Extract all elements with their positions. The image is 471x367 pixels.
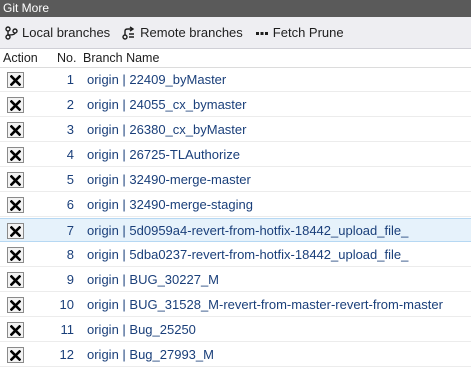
branch-icon <box>4 25 18 40</box>
row-number: 10 <box>59 297 74 312</box>
toolbar: Local branches Remote branches Fetch Pru… <box>0 17 471 49</box>
header-branch-name[interactable]: Branch Name <box>83 49 159 68</box>
row-number: 4 <box>66 147 74 162</box>
row-number: 5 <box>66 172 74 187</box>
local-branches-label: Local branches <box>22 25 111 40</box>
table-row[interactable]: 6 origin | 32490-merge-staging <box>0 193 471 217</box>
table-row[interactable]: 1 origin | 22409_byMaster <box>0 68 471 92</box>
delete-branch-button[interactable] <box>7 72 24 88</box>
row-number: 8 <box>66 247 74 262</box>
table-row[interactable]: 4 origin | 26725-TLAuthorize <box>0 143 471 167</box>
window-title: Git More <box>3 1 50 15</box>
row-number: 6 <box>66 197 74 212</box>
delete-x-icon <box>10 249 21 261</box>
delete-x-icon <box>10 324 21 336</box>
table-row[interactable]: 9 origin | BUG_30227_M <box>0 268 471 292</box>
table-row[interactable]: 2 origin | 24055_cx_bymaster <box>0 93 471 117</box>
branch-name: origin | 5dba0237-revert-from-hotfix-184… <box>87 247 409 262</box>
header-action[interactable]: Action <box>3 49 38 68</box>
branch-name: origin | Bug_25250 <box>87 322 196 337</box>
delete-branch-button[interactable] <box>7 272 24 288</box>
remote-branches-button[interactable]: Remote branches <box>122 25 243 40</box>
table-row[interactable]: 3 origin | 26380_cx_byMaster <box>0 118 471 142</box>
branch-name: origin | 5d0959a4-revert-from-hotfix-184… <box>87 223 409 238</box>
fetch-prune-button[interactable]: Fetch Prune <box>255 25 344 40</box>
header-no[interactable]: No. <box>57 49 76 68</box>
delete-x-icon <box>10 174 21 186</box>
delete-branch-button[interactable] <box>7 223 24 239</box>
table-row[interactable]: 8 origin | 5dba0237-revert-from-hotfix-18… <box>0 243 471 267</box>
table-row[interactable]: 10 origin | BUG_31528_M-revert-from-maste… <box>0 293 471 317</box>
branch-name: origin | 26725-TLAuthorize <box>87 147 240 162</box>
delete-branch-button[interactable] <box>7 197 24 213</box>
delete-branch-button[interactable] <box>7 247 24 263</box>
delete-branch-button[interactable] <box>7 297 24 313</box>
branch-name: origin | 22409_byMaster <box>87 72 227 87</box>
delete-x-icon <box>10 74 21 86</box>
table-header: Action No. Branch Name <box>0 49 471 68</box>
delete-branch-button[interactable] <box>7 97 24 113</box>
row-number: 3 <box>66 122 74 137</box>
remote-branches-label: Remote branches <box>140 25 243 40</box>
branch-name: origin | 26380_cx_byMaster <box>87 122 247 137</box>
branch-name: origin | 32490-merge-staging <box>87 197 253 212</box>
delete-x-icon <box>10 124 21 136</box>
branch-name: origin | 32490-merge-master <box>87 172 251 187</box>
delete-branch-button[interactable] <box>7 347 24 363</box>
delete-x-icon <box>10 349 21 361</box>
delete-x-icon <box>10 225 21 237</box>
table-row[interactable]: 11 origin | Bug_25250 <box>0 318 471 342</box>
ellipsis-icon <box>255 26 269 40</box>
delete-x-icon <box>10 149 21 161</box>
fetch-prune-label: Fetch Prune <box>272 25 344 40</box>
table-row[interactable]: 5 origin | 32490-merge-master <box>0 168 471 192</box>
delete-x-icon <box>10 99 21 111</box>
delete-branch-button[interactable] <box>7 122 24 138</box>
branch-name: origin | 24055_cx_bymaster <box>87 97 247 112</box>
branch-name: origin | BUG_30227_M <box>87 272 220 287</box>
delete-branch-button[interactable] <box>7 322 24 338</box>
row-number: 1 <box>66 72 74 87</box>
branch-name: origin | BUG_31528_M-revert-from-master-… <box>87 297 443 312</box>
local-branches-button[interactable]: Local branches <box>4 25 110 40</box>
table-row[interactable]: 12 origin | Bug_27993_M <box>0 343 471 367</box>
delete-branch-button[interactable] <box>7 172 24 188</box>
delete-x-icon <box>10 299 21 311</box>
delete-x-icon <box>10 199 21 211</box>
row-number: 11 <box>60 322 75 337</box>
delete-x-icon <box>10 274 21 286</box>
row-number: 2 <box>66 97 74 112</box>
branch-name: origin | Bug_27993_M <box>87 347 214 362</box>
table-row[interactable]: 7 origin | 5d0959a4-revert-from-hotfix-18… <box>0 218 471 242</box>
delete-branch-button[interactable] <box>7 147 24 163</box>
window-title-bar: Git More <box>0 0 471 17</box>
row-number: 9 <box>66 272 74 287</box>
row-number: 7 <box>66 223 74 238</box>
row-number: 12 <box>59 347 74 362</box>
remote-branch-icon <box>122 25 136 40</box>
